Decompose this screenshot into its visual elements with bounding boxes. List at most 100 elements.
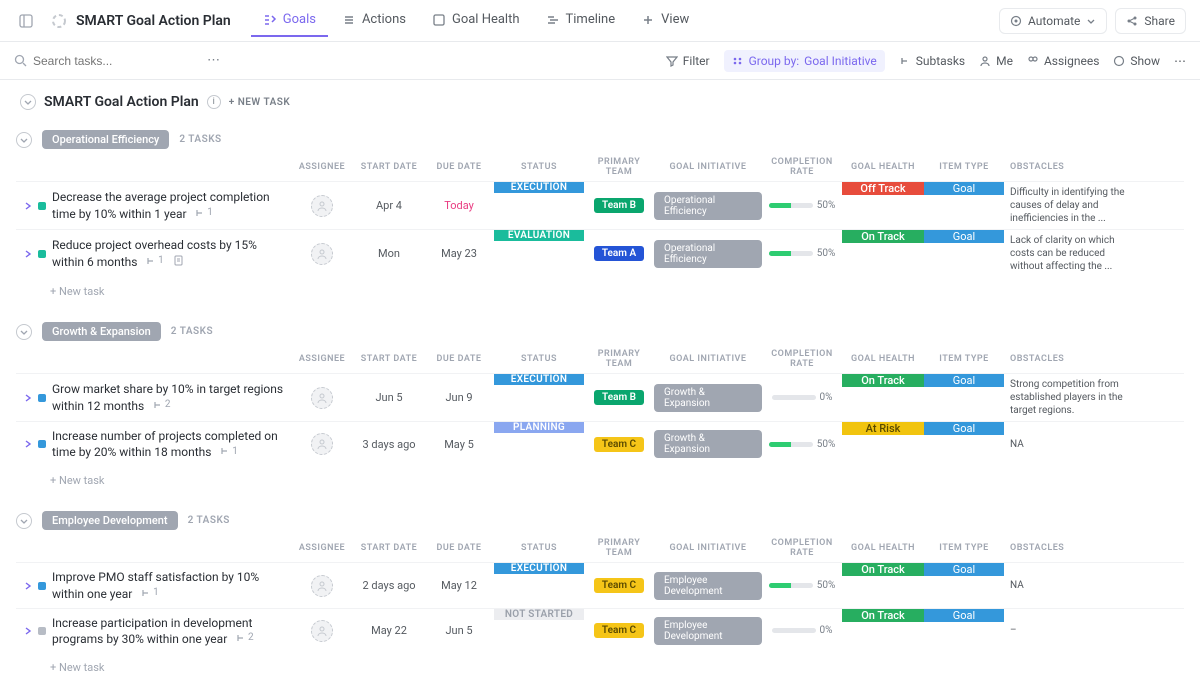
search-menu[interactable]: ⋯ [199,49,228,72]
start-date[interactable]: 3 days ago [354,422,424,466]
group-by-button[interactable]: Group by: Goal Initiative [724,50,885,72]
type-cell[interactable]: Goal [924,230,1004,243]
team-chip[interactable]: Team B [594,198,644,213]
completion-bar[interactable]: 50% [762,439,842,450]
more-menu[interactable]: ⋯ [1174,54,1186,68]
initiative-chip[interactable]: Operational Efficiency [654,240,762,268]
initiative-chip[interactable]: Employee Development [654,617,762,645]
tab-view-add[interactable]: View [629,4,701,37]
group-name-chip[interactable]: Operational Efficiency [42,130,169,149]
obstacles-cell[interactable]: Strong competition from established play… [1004,374,1142,421]
expand-toggle[interactable] [24,202,32,210]
status-cell[interactable]: NOT STARTED [494,609,584,620]
status-square[interactable] [38,582,46,590]
start-date[interactable]: May 22 [354,609,424,653]
start-date[interactable]: 2 days ago [354,563,424,607]
health-cell[interactable]: At Risk [842,422,924,435]
due-date[interactable]: Jun 5 [424,609,494,653]
due-date[interactable]: May 23 [424,230,494,277]
completion-bar[interactable]: 50% [762,580,842,591]
type-cell[interactable]: Goal [924,422,1004,435]
subtask-count[interactable]: 1 [220,446,238,457]
health-cell[interactable]: Off Track [842,182,924,195]
expand-toggle[interactable] [24,440,32,448]
obstacles-cell[interactable]: NA [1004,563,1142,607]
health-cell[interactable]: On Track [842,609,924,622]
due-date[interactable]: Jun 9 [424,374,494,421]
completion-bar[interactable]: 0% [762,625,842,636]
assignee-avatar[interactable] [311,195,333,217]
start-date[interactable]: Mon [354,230,424,277]
task-row[interactable]: Reduce project overhead costs by 15% wit… [16,229,1184,277]
subtask-count[interactable]: 1 [146,255,164,266]
start-date[interactable]: Apr 4 [354,182,424,229]
team-chip[interactable]: Team B [594,390,644,405]
automate-button[interactable]: Automate [999,8,1107,34]
assignee-avatar[interactable] [311,387,333,409]
task-row[interactable]: Increase number of projects completed on… [16,421,1184,466]
due-date[interactable]: May 5 [424,422,494,466]
status-square[interactable] [38,250,46,258]
status-square[interactable] [38,627,46,635]
due-date[interactable]: Today [424,182,494,229]
me-button[interactable]: Me [979,54,1013,68]
health-cell[interactable]: On Track [842,374,924,387]
status-square[interactable] [38,394,46,402]
new-task-link[interactable]: + NEW TASK [229,97,291,108]
sidebar-toggle[interactable] [14,9,38,33]
status-cell[interactable]: EVALUATION [494,230,584,241]
group-name-chip[interactable]: Growth & Expansion [42,322,161,341]
expand-toggle[interactable] [24,582,32,590]
group-name-chip[interactable]: Employee Development [42,511,178,530]
health-cell[interactable]: On Track [842,230,924,243]
doc-icon[interactable] [173,255,184,266]
expand-toggle[interactable] [24,627,32,635]
completion-bar[interactable]: 50% [762,248,842,259]
initiative-chip[interactable]: Growth & Expansion [654,384,762,412]
status-cell[interactable]: PLANNING [494,422,584,433]
completion-bar[interactable]: 50% [762,200,842,211]
due-date[interactable]: May 12 [424,563,494,607]
obstacles-cell[interactable]: Difficulty in identifying the causes of … [1004,182,1142,229]
group-collapse[interactable] [16,513,32,529]
task-row[interactable]: Decrease the average project completion … [16,181,1184,229]
search-input[interactable] [33,54,193,68]
status-cell[interactable]: EXECUTION [494,182,584,193]
share-button[interactable]: Share [1115,8,1186,34]
initiative-chip[interactable]: Operational Efficiency [654,192,762,220]
task-row[interactable]: Grow market share by 10% in target regio… [16,373,1184,421]
subtask-count[interactable]: 2 [236,632,254,643]
tab-goal-health[interactable]: Goal Health [420,4,532,37]
info-icon[interactable]: i [207,95,221,109]
assignee-avatar[interactable] [311,620,333,642]
expand-toggle[interactable] [24,250,32,258]
initiative-chip[interactable]: Employee Development [654,572,762,600]
type-cell[interactable]: Goal [924,609,1004,622]
obstacles-cell[interactable]: – [1004,609,1142,653]
show-button[interactable]: Show [1113,54,1160,68]
status-cell[interactable]: EXECUTION [494,563,584,574]
type-cell[interactable]: Goal [924,374,1004,387]
filter-button[interactable]: Filter [666,54,710,68]
type-cell[interactable]: Goal [924,182,1004,195]
list-collapse[interactable] [20,94,36,110]
subtask-count[interactable]: 1 [141,587,159,598]
obstacles-cell[interactable]: Lack of clarity on which costs can be re… [1004,230,1142,277]
assignee-avatar[interactable] [311,575,333,597]
team-chip[interactable]: Team C [594,437,644,452]
team-chip[interactable]: Team A [594,246,644,261]
start-date[interactable]: Jun 5 [354,374,424,421]
tab-actions[interactable]: Actions [330,4,418,37]
completion-bar[interactable]: 0% [762,392,842,403]
health-cell[interactable]: On Track [842,563,924,576]
status-square[interactable] [38,440,46,448]
group-collapse[interactable] [16,324,32,340]
assignees-button[interactable]: Assignees [1027,54,1099,68]
subtask-count[interactable]: 1 [195,207,213,218]
status-cell[interactable]: EXECUTION [494,374,584,385]
add-task-row[interactable]: + New task [16,653,1184,678]
subtask-count[interactable]: 2 [153,399,171,410]
tab-goals[interactable]: Goals [251,4,328,37]
tab-timeline[interactable]: Timeline [534,4,628,37]
task-row[interactable]: Improve PMO staff satisfaction by 10% wi… [16,562,1184,607]
